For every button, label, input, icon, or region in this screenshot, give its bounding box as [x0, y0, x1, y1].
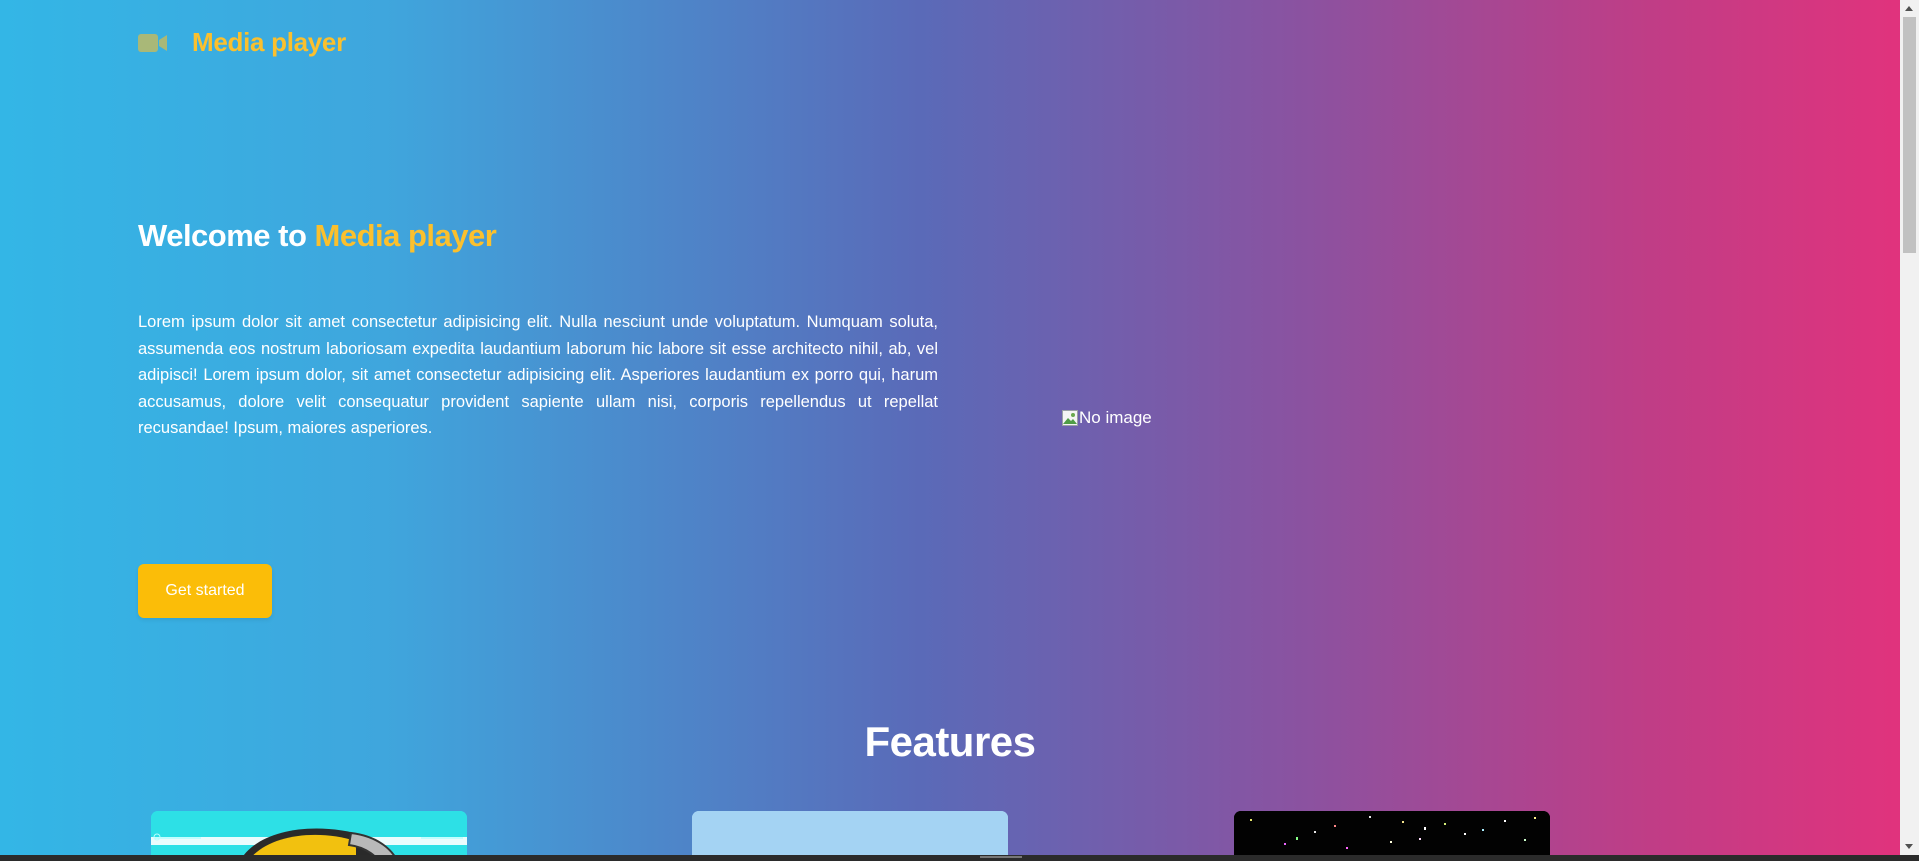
vertical-scrollbar[interactable] — [1900, 0, 1919, 855]
hero-image: No image — [1062, 408, 1152, 428]
brand-name: Media player — [192, 27, 346, 57]
hero-title-prefix: Welcome to — [138, 218, 315, 253]
hero-description: Lorem ipsum dolor sit amet consectetur a… — [138, 313, 938, 437]
feature-card[interactable] — [1234, 811, 1550, 855]
brand-link[interactable]: Media player — [138, 27, 346, 58]
feature-card-image — [151, 811, 467, 855]
feature-card-image — [692, 811, 1008, 855]
hero-title-accent: Media player — [314, 218, 497, 253]
page: Media player Welcome to Media player Lor… — [0, 0, 1900, 855]
feature-card[interactable] — [151, 811, 467, 855]
feature-card-image — [1234, 811, 1550, 855]
scrollbar-thumb[interactable] — [1903, 17, 1916, 253]
features-title: Features — [864, 718, 1036, 765]
get-started-button[interactable]: Get started — [138, 564, 272, 618]
broken-image-icon — [1062, 410, 1078, 426]
scroll-up-arrow-icon[interactable] — [1900, 0, 1919, 17]
feature-card[interactable] — [692, 811, 1008, 855]
scroll-down-arrow-icon[interactable] — [1900, 838, 1919, 855]
hero-title: Welcome to Media player — [138, 218, 497, 254]
video-camera-icon — [138, 33, 168, 53]
hero-image-alt: No image — [1079, 408, 1152, 427]
horizontal-scrollbar-thumb[interactable] — [980, 856, 1022, 858]
horizontal-scrollbar — [0, 855, 1919, 861]
